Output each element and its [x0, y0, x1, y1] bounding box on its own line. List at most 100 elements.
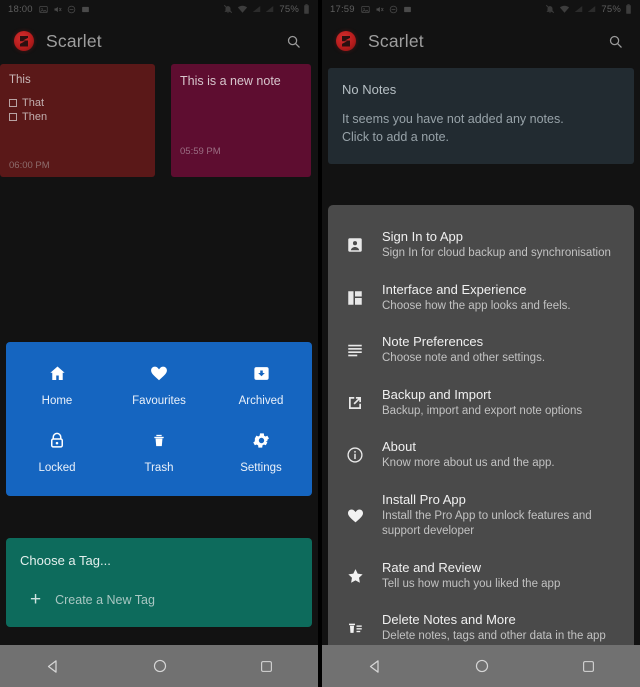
lock-icon	[46, 429, 68, 451]
settings-item-title: Install Pro App	[382, 491, 466, 507]
mute-icon	[376, 6, 384, 12]
empty-state-card[interactable]: No Notes It seems you have not added any…	[328, 68, 634, 165]
mute-icon	[54, 6, 62, 12]
settings-item-desc: Backup, import and export note options	[382, 404, 583, 417]
settings-item-desc: Choose note and other settings.	[382, 352, 546, 365]
dashboard-icon	[344, 287, 366, 309]
note-checklist: That Then	[9, 97, 146, 123]
settings-item-text: Note Preferences Choose note and other s…	[382, 334, 545, 367]
note-checklist-item[interactable]: Then	[9, 111, 146, 123]
battery-percentage: 75%	[279, 3, 299, 15]
gear-icon	[250, 429, 272, 451]
note-timestamp: 06:00 PM	[9, 160, 50, 171]
note-card[interactable]: This That Then 06:00 PM	[0, 64, 155, 177]
scarlet-logo-icon	[336, 31, 356, 51]
quick-action-home[interactable]: Home	[6, 362, 108, 407]
list-lines-icon	[344, 339, 366, 361]
settings-item-note-preferences[interactable]: Note Preferences Choose note and other s…	[328, 324, 634, 377]
dual-screenshot-container: 18:00 75% Scarlet This That Then 06:00 P…	[0, 0, 640, 687]
heart-icon	[344, 505, 366, 527]
app-title: Scarlet	[368, 30, 424, 51]
empty-state-line-2: Click to add a note.	[342, 130, 450, 145]
home-circle-icon[interactable]	[465, 649, 499, 683]
settings-item-rate-review[interactable]: Rate and Review Tell us how much you lik…	[328, 550, 634, 603]
settings-item-text: Interface and Experience Choose how the …	[382, 282, 571, 315]
home-circle-icon[interactable]	[143, 649, 177, 683]
right-phone-screen: 17:59 75% Scarlet No Notes It seems you …	[322, 0, 640, 687]
plus-icon: +	[30, 589, 42, 610]
wifi-icon	[238, 5, 248, 13]
settings-bottom-sheet: Sign In to App Sign In for cloud backup …	[328, 205, 634, 687]
battery-icon	[304, 4, 309, 14]
app-bar: Scarlet	[0, 18, 318, 64]
image-icon	[361, 5, 370, 13]
quick-action-archived[interactable]: Archived	[210, 362, 312, 407]
note-checklist-label: Then	[22, 111, 48, 123]
signal-icon	[266, 6, 274, 12]
dnd-icon	[67, 5, 76, 13]
back-triangle-icon[interactable]	[36, 649, 70, 683]
status-bar: 17:59 75%	[322, 0, 640, 18]
star-icon	[344, 565, 366, 587]
note-checklist-label: That	[22, 97, 45, 109]
settings-item-interface[interactable]: Interface and Experience Choose how the …	[328, 272, 634, 325]
quick-action-trash[interactable]: Trash	[108, 429, 210, 474]
search-icon[interactable]	[604, 30, 626, 52]
tag-card-title: Choose a Tag...	[20, 553, 111, 568]
settings-item-text: Backup and Import Backup, import and exp…	[382, 387, 582, 420]
empty-state-line-1: It seems you have not added any notes.	[342, 112, 564, 126]
system-nav-bar	[0, 645, 318, 687]
wifi-icon	[560, 5, 570, 13]
settings-item-desc: Install the Pro App to unlock features a…	[382, 509, 592, 538]
recents-square-icon[interactable]	[250, 649, 284, 683]
image-icon	[39, 5, 48, 13]
notifications-off-icon	[224, 4, 233, 14]
settings-item-desc: Know more about us and the app.	[382, 457, 555, 470]
quick-action-favourites[interactable]: Favourites	[108, 362, 210, 407]
delete-sweep-icon	[344, 617, 366, 639]
settings-item-sign-in[interactable]: Sign In to App Sign In for cloud backup …	[328, 219, 634, 272]
battery-icon	[626, 4, 631, 14]
status-bar-notification-icons	[39, 5, 90, 14]
checkbox-icon[interactable]	[9, 99, 17, 107]
recents-square-icon[interactable]	[572, 649, 606, 683]
quick-action-label: Favourites	[132, 395, 186, 407]
quick-action-label: Settings	[240, 462, 282, 474]
settings-item-text: Rate and Review Tell us how much you lik…	[382, 560, 560, 593]
quick-action-locked[interactable]: Locked	[6, 429, 108, 474]
search-icon[interactable]	[282, 30, 304, 52]
settings-item-install-pro[interactable]: Install Pro App Install the Pro App to u…	[328, 482, 634, 550]
notes-grid: This That Then 06:00 PM This is a new no…	[0, 64, 318, 177]
create-new-tag-button[interactable]: + Create a New Tag	[20, 590, 298, 609]
archive-icon	[250, 362, 272, 384]
note-checklist-item[interactable]: That	[9, 97, 146, 109]
note-title: This is a new note	[180, 74, 281, 88]
settings-item-desc: Tell us how much you liked the app	[382, 577, 561, 590]
settings-item-title: Backup and Import	[382, 386, 492, 402]
settings-item-title: Rate and Review	[382, 559, 481, 575]
settings-item-title: Note Preferences	[382, 334, 484, 350]
quick-action-label: Home	[41, 395, 73, 407]
note-card[interactable]: This is a new note 05:59 PM	[171, 64, 311, 177]
checkbox-icon[interactable]	[9, 113, 17, 121]
trash-icon	[148, 429, 170, 451]
create-new-tag-label: Create a New Tag	[55, 592, 155, 607]
status-bar-notification-icons	[361, 5, 412, 14]
system-nav-bar	[322, 645, 640, 687]
status-bar-clock: 18:00	[8, 3, 33, 15]
settings-item-desc: Sign In for cloud backup and synchronisa…	[382, 247, 611, 259]
note-timestamp: 05:59 PM	[180, 146, 221, 157]
signal-icon	[588, 6, 596, 12]
scarlet-logo-icon	[14, 31, 34, 51]
settings-item-backup-import[interactable]: Backup and Import Backup, import and exp…	[328, 377, 634, 430]
settings-item-title: About	[382, 439, 416, 455]
settings-item-text: Delete Notes and More Delete notes, tags…	[382, 612, 606, 645]
open-in-new-icon	[344, 392, 366, 414]
note-title: This	[9, 74, 31, 86]
back-triangle-icon[interactable]	[358, 649, 392, 683]
settings-item-about[interactable]: About Know more about us and the app.	[328, 429, 634, 482]
quick-action-label: Archived	[238, 395, 284, 407]
quick-action-settings[interactable]: Settings	[210, 429, 312, 474]
empty-state-title: No Notes	[342, 82, 397, 97]
status-bar-system-icons: 75%	[223, 4, 310, 15]
